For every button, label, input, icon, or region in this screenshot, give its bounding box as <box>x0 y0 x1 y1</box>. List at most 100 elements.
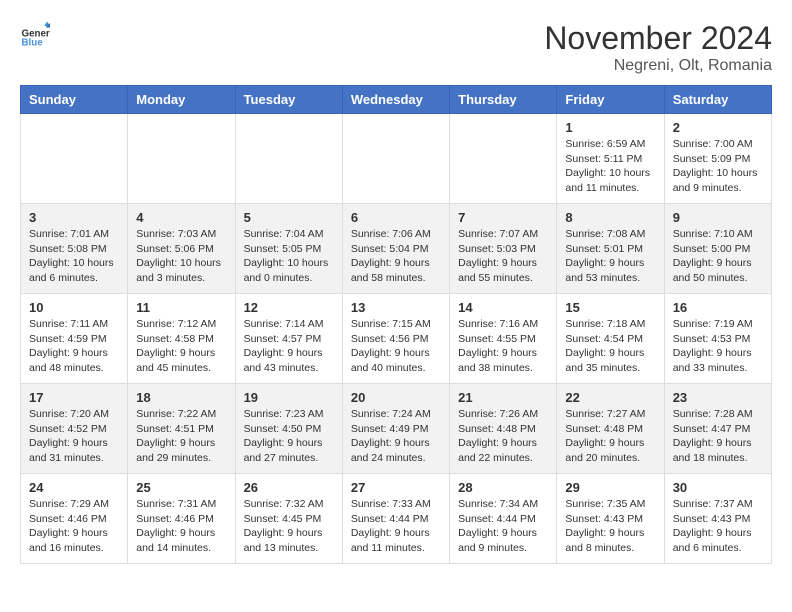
day-number: 2 <box>673 120 763 135</box>
day-cell: 9 Sunrise: 7:10 AM Sunset: 5:00 PM Daylig… <box>664 204 771 294</box>
day-info: Sunrise: 7:10 AM Sunset: 5:00 PM Dayligh… <box>673 227 763 286</box>
day-cell: 22Sunrise: 7:27 AM Sunset: 4:48 PM Dayli… <box>557 384 664 474</box>
day-number: 9 <box>673 210 763 225</box>
day-info: Sunrise: 7:11 AM Sunset: 4:59 PM Dayligh… <box>29 317 119 376</box>
day-info: Sunrise: 6:59 AM Sunset: 5:11 PM Dayligh… <box>565 137 655 196</box>
page-header: General Blue November 2024 Negreni, Olt,… <box>20 20 772 75</box>
day-info: Sunrise: 7:23 AM Sunset: 4:50 PM Dayligh… <box>244 407 334 466</box>
day-cell: 16 Sunrise: 7:19 AM Sunset: 4:53 PM Dayli… <box>664 294 771 384</box>
day-info: Sunrise: 7:22 AM Sunset: 4:51 PM Dayligh… <box>136 407 226 466</box>
day-cell: 3Sunrise: 7:01 AM Sunset: 5:08 PM Daylig… <box>21 204 128 294</box>
day-number: 22 <box>565 390 655 405</box>
day-number: 10 <box>29 300 119 315</box>
day-number: 6 <box>351 210 441 225</box>
day-number: 4 <box>136 210 226 225</box>
day-cell <box>128 114 235 204</box>
day-number: 1 <box>565 120 655 135</box>
day-number: 11 <box>136 300 226 315</box>
day-cell <box>21 114 128 204</box>
day-number: 16 <box>673 300 763 315</box>
day-cell: 18 Sunrise: 7:22 AM Sunset: 4:51 PM Dayli… <box>128 384 235 474</box>
day-cell: 15 Sunrise: 7:18 AM Sunset: 4:54 PM Dayli… <box>557 294 664 384</box>
day-cell: 6 Sunrise: 7:06 AM Sunset: 5:04 PM Daylig… <box>342 204 449 294</box>
day-number: 13 <box>351 300 441 315</box>
day-info: Sunrise: 7:08 AM Sunset: 5:01 PM Dayligh… <box>565 227 655 286</box>
day-number: 23 <box>673 390 763 405</box>
weekday-header-thursday: Thursday <box>450 86 557 114</box>
day-number: 15 <box>565 300 655 315</box>
day-number: 7 <box>458 210 548 225</box>
day-info: Sunrise: 7:15 AM Sunset: 4:56 PM Dayligh… <box>351 317 441 376</box>
day-info: Sunrise: 7:04 AM Sunset: 5:05 PM Dayligh… <box>244 227 334 286</box>
week-row-3: 10 Sunrise: 7:11 AM Sunset: 4:59 PM Dayli… <box>21 294 772 384</box>
day-number: 26 <box>244 480 334 495</box>
day-info: Sunrise: 7:37 AM Sunset: 4:43 PM Dayligh… <box>673 497 763 556</box>
day-number: 28 <box>458 480 548 495</box>
day-info: Sunrise: 7:06 AM Sunset: 5:04 PM Dayligh… <box>351 227 441 286</box>
day-info: Sunrise: 7:26 AM Sunset: 4:48 PM Dayligh… <box>458 407 548 466</box>
day-cell: 4 Sunrise: 7:03 AM Sunset: 5:06 PM Daylig… <box>128 204 235 294</box>
day-info: Sunrise: 7:32 AM Sunset: 4:45 PM Dayligh… <box>244 497 334 556</box>
day-cell: 26 Sunrise: 7:32 AM Sunset: 4:45 PM Dayli… <box>235 474 342 564</box>
calendar-table: SundayMondayTuesdayWednesdayThursdayFrid… <box>20 85 772 564</box>
day-number: 29 <box>565 480 655 495</box>
day-info: Sunrise: 7:29 AM Sunset: 4:46 PM Dayligh… <box>29 497 119 556</box>
day-number: 24 <box>29 480 119 495</box>
day-number: 3 <box>29 210 119 225</box>
weekday-header-monday: Monday <box>128 86 235 114</box>
day-cell: 27 Sunrise: 7:33 AM Sunset: 4:44 PM Dayli… <box>342 474 449 564</box>
day-number: 30 <box>673 480 763 495</box>
day-info: Sunrise: 7:19 AM Sunset: 4:53 PM Dayligh… <box>673 317 763 376</box>
week-row-1: 1 Sunrise: 6:59 AM Sunset: 5:11 PM Daylig… <box>21 114 772 204</box>
day-info: Sunrise: 7:35 AM Sunset: 4:43 PM Dayligh… <box>565 497 655 556</box>
weekday-header-tuesday: Tuesday <box>235 86 342 114</box>
day-info: Sunrise: 7:03 AM Sunset: 5:06 PM Dayligh… <box>136 227 226 286</box>
day-info: Sunrise: 7:31 AM Sunset: 4:46 PM Dayligh… <box>136 497 226 556</box>
day-info: Sunrise: 7:18 AM Sunset: 4:54 PM Dayligh… <box>565 317 655 376</box>
day-info: Sunrise: 7:20 AM Sunset: 4:52 PM Dayligh… <box>29 407 119 466</box>
day-cell: 5Sunrise: 7:04 AM Sunset: 5:05 PM Daylig… <box>235 204 342 294</box>
day-cell: 11 Sunrise: 7:12 AM Sunset: 4:58 PM Dayli… <box>128 294 235 384</box>
day-info: Sunrise: 7:24 AM Sunset: 4:49 PM Dayligh… <box>351 407 441 466</box>
title-block: November 2024 Negreni, Olt, Romania <box>544 20 772 75</box>
day-info: Sunrise: 7:34 AM Sunset: 4:44 PM Dayligh… <box>458 497 548 556</box>
day-number: 17 <box>29 390 119 405</box>
day-cell: 8 Sunrise: 7:08 AM Sunset: 5:01 PM Daylig… <box>557 204 664 294</box>
day-cell: 20 Sunrise: 7:24 AM Sunset: 4:49 PM Dayli… <box>342 384 449 474</box>
day-number: 8 <box>565 210 655 225</box>
month-title: November 2024 <box>544 20 772 57</box>
day-cell: 14 Sunrise: 7:16 AM Sunset: 4:55 PM Dayli… <box>450 294 557 384</box>
day-cell: 1 Sunrise: 6:59 AM Sunset: 5:11 PM Daylig… <box>557 114 664 204</box>
day-number: 27 <box>351 480 441 495</box>
day-number: 12 <box>244 300 334 315</box>
day-cell <box>342 114 449 204</box>
logo: General Blue <box>20 20 50 50</box>
day-cell: 29 Sunrise: 7:35 AM Sunset: 4:43 PM Dayli… <box>557 474 664 564</box>
day-number: 14 <box>458 300 548 315</box>
svg-text:Blue: Blue <box>22 38 44 49</box>
day-cell: 13 Sunrise: 7:15 AM Sunset: 4:56 PM Dayli… <box>342 294 449 384</box>
location: Negreni, Olt, Romania <box>544 57 772 75</box>
day-cell: 30 Sunrise: 7:37 AM Sunset: 4:43 PM Dayli… <box>664 474 771 564</box>
week-row-2: 3Sunrise: 7:01 AM Sunset: 5:08 PM Daylig… <box>21 204 772 294</box>
day-cell: 10 Sunrise: 7:11 AM Sunset: 4:59 PM Dayli… <box>21 294 128 384</box>
day-cell: 19 Sunrise: 7:23 AM Sunset: 4:50 PM Dayli… <box>235 384 342 474</box>
weekday-header-row: SundayMondayTuesdayWednesdayThursdayFrid… <box>21 86 772 114</box>
day-info: Sunrise: 7:33 AM Sunset: 4:44 PM Dayligh… <box>351 497 441 556</box>
weekday-header-friday: Friday <box>557 86 664 114</box>
day-info: Sunrise: 7:14 AM Sunset: 4:57 PM Dayligh… <box>244 317 334 376</box>
day-cell: 2Sunrise: 7:00 AM Sunset: 5:09 PM Daylig… <box>664 114 771 204</box>
logo-icon: General Blue <box>20 20 50 50</box>
day-number: 18 <box>136 390 226 405</box>
day-cell: 12 Sunrise: 7:14 AM Sunset: 4:57 PM Dayli… <box>235 294 342 384</box>
day-cell: 28 Sunrise: 7:34 AM Sunset: 4:44 PM Dayli… <box>450 474 557 564</box>
day-number: 21 <box>458 390 548 405</box>
day-info: Sunrise: 7:28 AM Sunset: 4:47 PM Dayligh… <box>673 407 763 466</box>
weekday-header-saturday: Saturday <box>664 86 771 114</box>
day-number: 20 <box>351 390 441 405</box>
day-info: Sunrise: 7:12 AM Sunset: 4:58 PM Dayligh… <box>136 317 226 376</box>
day-number: 19 <box>244 390 334 405</box>
day-info: Sunrise: 7:16 AM Sunset: 4:55 PM Dayligh… <box>458 317 548 376</box>
weekday-header-wednesday: Wednesday <box>342 86 449 114</box>
week-row-4: 17 Sunrise: 7:20 AM Sunset: 4:52 PM Dayli… <box>21 384 772 474</box>
